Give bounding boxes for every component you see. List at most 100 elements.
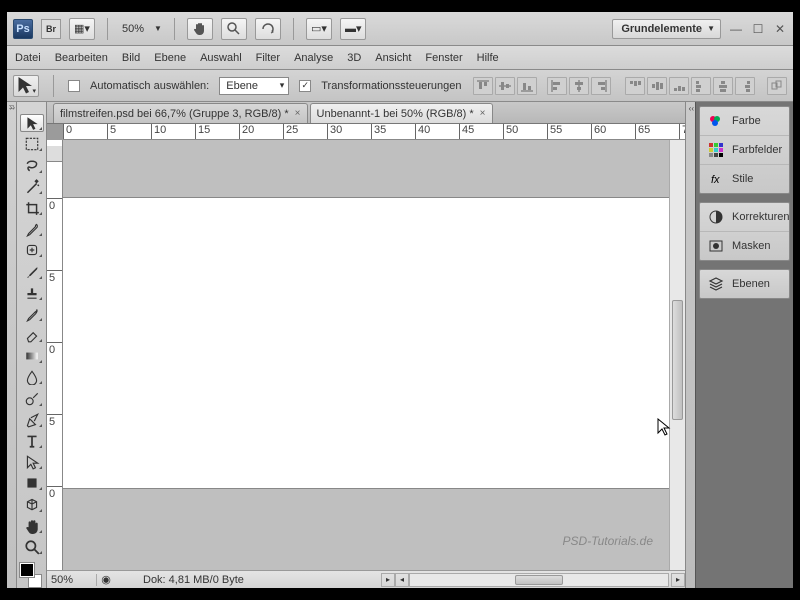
menu-fenster[interactable]: Fenster	[425, 52, 462, 64]
ruler-origin[interactable]	[47, 146, 63, 162]
close-icon[interactable]: ×	[295, 108, 301, 119]
horizontal-scrollbar[interactable]	[409, 573, 669, 587]
menu-bild[interactable]: Bild	[122, 52, 140, 64]
auto-select-checkbox[interactable]	[68, 80, 80, 92]
tool-marquee[interactable]	[20, 135, 44, 153]
tool-crop[interactable]	[20, 199, 44, 217]
tool-path[interactable]	[20, 453, 44, 471]
distribute-bottom-button[interactable]	[669, 77, 689, 95]
tool-3d[interactable]	[20, 495, 44, 513]
tool-history[interactable]	[20, 305, 44, 323]
farbfelder-icon	[708, 142, 724, 158]
panel-masken[interactable]: Masken	[700, 232, 789, 260]
distribute-top-button[interactable]	[625, 77, 645, 95]
menu-datei[interactable]: Datei	[15, 52, 41, 64]
status-doc-info[interactable]: Dok: 4,81 MB/0 Byte	[115, 574, 381, 586]
status-icon[interactable]: ◉	[97, 573, 115, 586]
close-icon[interactable]: ×	[480, 108, 486, 119]
tool-eraser[interactable]	[20, 326, 44, 344]
align-right-button[interactable]	[591, 77, 611, 95]
tool-pen[interactable]	[20, 411, 44, 429]
stile-icon: fx	[708, 171, 724, 187]
tool-type[interactable]	[20, 432, 44, 450]
main-area: ›› filmstreifen.psd bei 66,7% (Gruppe 3,…	[7, 102, 793, 588]
hscroll-right-arrow[interactable]: ▸	[671, 573, 685, 587]
distribute-vcenter-button[interactable]	[647, 77, 667, 95]
status-menu-arrow[interactable]: ▸	[381, 573, 395, 587]
auto-align-button[interactable]	[767, 77, 787, 95]
tool-zoom[interactable]	[20, 538, 44, 556]
panel-farbe[interactable]: Farbe	[700, 107, 789, 136]
tool-dodge[interactable]	[20, 389, 44, 407]
menu-ebene[interactable]: Ebene	[154, 52, 186, 64]
panel-korrekturen[interactable]: Korrekturen	[700, 203, 789, 232]
zoom-value[interactable]: 50%	[120, 23, 146, 35]
menu-hilfe[interactable]: Hilfe	[477, 52, 499, 64]
maximize-button[interactable]: ☐	[751, 22, 765, 36]
distribute-left-button[interactable]	[691, 77, 711, 95]
vertical-scrollbar[interactable]	[669, 140, 685, 570]
auto-select-label: Automatisch auswählen:	[90, 80, 209, 92]
status-zoom[interactable]: 50%	[47, 574, 97, 586]
tool-wand[interactable]	[20, 178, 44, 196]
tool-heal[interactable]	[20, 241, 44, 259]
align-top-button[interactable]	[473, 77, 493, 95]
tool-gradient[interactable]	[20, 347, 44, 365]
auto-select-target-dropdown[interactable]: Ebene	[219, 77, 289, 95]
bridge-icon[interactable]: Br	[41, 19, 61, 39]
tool-hand[interactable]	[20, 517, 44, 535]
korrekturen-icon	[708, 209, 724, 225]
tool-lasso[interactable]	[20, 156, 44, 174]
title-toolbar: Ps Br ▦▾ 50%▼ ▭▾ ▬▾ Grundelemente — ☐ ✕	[7, 12, 793, 46]
zoom-tool-button[interactable]	[221, 18, 247, 40]
ps-logo-icon: Ps	[13, 19, 33, 39]
status-bar: 50% ◉ Dok: 4,81 MB/0 Byte ▸ ◂ ▸	[47, 570, 685, 588]
arrange-docs-button[interactable]: ▭▾	[306, 18, 332, 40]
align-hcenter-button[interactable]	[569, 77, 589, 95]
color-swatches[interactable]	[20, 563, 44, 588]
tab-unbenannt[interactable]: Unbenannt-1 bei 50% (RGB/8) *×	[310, 103, 493, 123]
canvas[interactable]	[63, 198, 669, 488]
transform-controls-checkbox[interactable]: ✓	[299, 80, 311, 92]
panel-stile[interactable]: fxStile	[700, 165, 789, 193]
scrollbar-thumb[interactable]	[672, 300, 683, 420]
align-vcenter-button[interactable]	[495, 77, 515, 95]
canvas-viewport[interactable]: PSD-Tutorials.de	[63, 140, 669, 570]
panel-collapse-strip[interactable]: ‹‹	[685, 102, 695, 588]
minimize-button[interactable]: —	[729, 22, 743, 36]
tool-brush[interactable]	[20, 262, 44, 280]
tool-move[interactable]	[20, 114, 44, 132]
panel-ebenen[interactable]: Ebenen	[700, 270, 789, 298]
tool-stamp[interactable]	[20, 284, 44, 302]
rotate-view-button[interactable]	[255, 18, 281, 40]
horizontal-ruler[interactable]: 0510152025303540455055606570	[63, 124, 685, 140]
tool-shape[interactable]	[20, 474, 44, 492]
panel-farbfelder[interactable]: Farbfelder	[700, 136, 789, 165]
hscroll-left-arrow[interactable]: ◂	[395, 573, 409, 587]
menu-bearbeiten[interactable]: Bearbeiten	[55, 52, 108, 64]
menu-auswahl[interactable]: Auswahl	[200, 52, 242, 64]
menu-3d[interactable]: 3D	[347, 52, 361, 64]
distribute-right-button[interactable]	[735, 77, 755, 95]
close-button[interactable]: ✕	[773, 22, 787, 36]
align-left-button[interactable]	[547, 77, 567, 95]
menu-filter[interactable]: Filter	[256, 52, 280, 64]
tool-eyedropper[interactable]	[20, 220, 44, 238]
toolbox-collapse-strip[interactable]: ››	[7, 102, 17, 588]
distribute-hcenter-button[interactable]	[713, 77, 733, 95]
screen-mode-button[interactable]: ▬▾	[340, 18, 367, 40]
vertical-ruler[interactable]: 05050	[47, 140, 63, 570]
watermark-text: PSD-Tutorials.de	[563, 534, 653, 548]
document-area: filmstreifen.psd bei 66,7% (Gruppe 3, RG…	[47, 102, 685, 588]
tool-blur[interactable]	[20, 368, 44, 386]
workspace-switcher[interactable]: Grundelemente	[612, 19, 721, 39]
menu-analyse[interactable]: Analyse	[294, 52, 333, 64]
view-extras-button[interactable]: ▦▾	[69, 18, 95, 40]
scrollbar-thumb[interactable]	[515, 575, 563, 585]
tab-filmstreifen[interactable]: filmstreifen.psd bei 66,7% (Gruppe 3, RG…	[53, 103, 308, 123]
current-tool-icon[interactable]	[13, 75, 39, 97]
align-bottom-button[interactable]	[517, 77, 537, 95]
svg-text:fx: fx	[711, 174, 720, 186]
hand-tool-button[interactable]	[187, 18, 213, 40]
menu-ansicht[interactable]: Ansicht	[375, 52, 411, 64]
